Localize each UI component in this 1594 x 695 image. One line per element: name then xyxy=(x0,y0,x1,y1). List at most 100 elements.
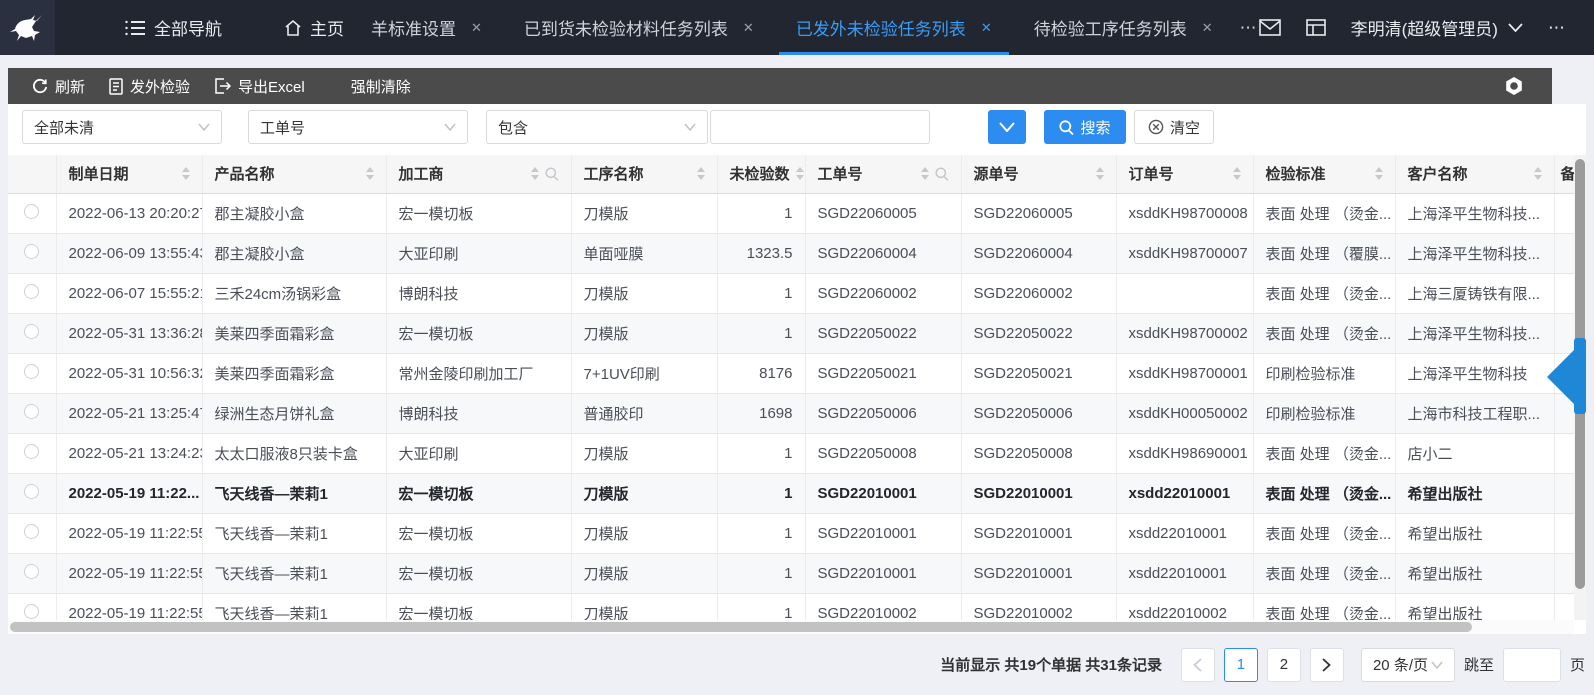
table-cell: SGD22060005 xyxy=(805,193,961,233)
row-select-radio[interactable] xyxy=(24,404,39,419)
horizontal-scrollbar[interactable] xyxy=(8,620,1574,634)
tab-0[interactable]: 羊标准设置✕ xyxy=(350,0,503,55)
user-menu[interactable]: 李明清(超级管理员) xyxy=(1351,15,1523,40)
table-row[interactable]: 2022-05-31 10:56:32美莱四季面霜彩盒常州金陵印刷加工厂7+1U… xyxy=(8,353,1574,393)
sort-icon[interactable] xyxy=(921,167,929,180)
sort-icon[interactable] xyxy=(1534,167,1542,180)
expand-filters-button[interactable] xyxy=(988,110,1026,144)
tab-close-icon[interactable]: ✕ xyxy=(1202,20,1213,36)
column-header-label: 客户名称 xyxy=(1408,163,1468,184)
column-header[interactable]: 订单号 xyxy=(1116,155,1253,193)
table-cell: 上海泽平生物科技 xyxy=(1395,353,1554,393)
table-row[interactable]: 2022-06-09 13:55:43郡主凝胶小盒大亚印刷单面哑膜1323.5S… xyxy=(8,233,1574,273)
table-body: 2022-06-13 20:20:27郡主凝胶小盒宏一模切板刀模版1SGD220… xyxy=(8,193,1574,620)
column-header[interactable]: 客户名称 xyxy=(1395,155,1554,193)
column-header[interactable]: 产品名称 xyxy=(202,155,386,193)
column-header[interactable]: 工序名称 xyxy=(571,155,717,193)
app-logo[interactable] xyxy=(0,0,55,55)
column-header[interactable]: 源单号 xyxy=(961,155,1116,193)
home-label: 主页 xyxy=(310,15,344,40)
field-filter-value: 工单号 xyxy=(260,117,305,138)
search-button[interactable]: 搜索 xyxy=(1044,110,1126,144)
table-row[interactable]: 2022-05-19 11:22:55飞天线香—茉莉1宏一模切板刀模版1SGD2… xyxy=(8,593,1574,620)
row-select-radio[interactable] xyxy=(24,204,39,219)
tab-1[interactable]: 已到货未检验材料任务列表✕ xyxy=(503,0,775,55)
sort-icon[interactable] xyxy=(796,167,804,180)
row-select-radio[interactable] xyxy=(24,484,39,499)
table-row[interactable]: 2022-05-21 13:24:23太太口服液8只装卡盒大亚印刷刀模版1SGD… xyxy=(8,433,1574,473)
status-filter-select[interactable]: 全部未清 xyxy=(22,110,222,144)
gear-icon[interactable] xyxy=(1504,76,1524,96)
column-header-label: 工序名称 xyxy=(584,163,644,184)
tab-3[interactable]: 待检验工序任务列表✕ xyxy=(1013,0,1234,55)
prev-page-button[interactable] xyxy=(1181,648,1215,682)
tab-close-icon[interactable]: ✕ xyxy=(981,20,992,36)
table-row[interactable]: 2022-05-19 11:22:55飞天线香—茉莉1宏一模切板刀模版1SGD2… xyxy=(8,513,1574,553)
export-excel-button[interactable]: 导出Excel xyxy=(214,76,305,97)
column-search-icon[interactable] xyxy=(545,167,559,181)
table-row[interactable]: 2022-05-19 11:22:55飞天线香—茉莉1宏一模切板刀模版1SGD2… xyxy=(8,553,1574,593)
horizontal-scrollbar-thumb[interactable] xyxy=(10,622,1472,632)
sort-icon[interactable] xyxy=(1375,167,1383,180)
table-cell: 大亚印刷 xyxy=(386,433,571,473)
table-cell: 博朗科技 xyxy=(386,273,571,313)
column-header[interactable]: 检验标准 xyxy=(1253,155,1395,193)
nav-all-button[interactable]: 全部导航 xyxy=(125,15,222,40)
sort-icon[interactable] xyxy=(1096,167,1104,180)
page-size-select[interactable]: 20 条/页 xyxy=(1361,648,1455,682)
column-header[interactable]: 制单日期 xyxy=(56,155,202,193)
tab-overflow-button[interactable]: ⋯ xyxy=(1240,18,1259,38)
table-row[interactable]: 2022-05-31 13:36:28美莱四季面霜彩盒宏一模切板刀模版1SGD2… xyxy=(8,313,1574,353)
force-clear-button[interactable]: 强制清除 xyxy=(351,76,411,97)
operator-filter-select[interactable]: 包含 xyxy=(486,110,708,144)
sort-icon[interactable] xyxy=(366,167,374,180)
table-cell: 宏一模切板 xyxy=(386,513,571,553)
row-select-radio[interactable] xyxy=(24,324,39,339)
field-filter-select[interactable]: 工单号 xyxy=(248,110,468,144)
column-header[interactable]: 工单号 xyxy=(805,155,961,193)
column-header[interactable]: 加工商 xyxy=(386,155,571,193)
row-select-radio[interactable] xyxy=(24,244,39,259)
sort-icon[interactable] xyxy=(531,167,539,180)
page-button-2[interactable]: 2 xyxy=(1267,648,1301,682)
column-search-icon[interactable] xyxy=(935,167,949,181)
tab-close-icon[interactable]: ✕ xyxy=(743,20,754,36)
column-header[interactable]: 未检验数 xyxy=(717,155,805,193)
table-cell: SGD22010001 xyxy=(805,553,961,593)
row-select-radio[interactable] xyxy=(24,604,39,619)
data-table: 制单日期产品名称加工商工序名称 未检验数工单号源单号订单号检验标准客户名称 备 20… xyxy=(8,155,1574,620)
table-cell: SGD22060004 xyxy=(805,233,961,273)
row-select-radio[interactable] xyxy=(24,524,39,539)
table-row[interactable]: 2022-05-21 13:25:47绿洲生态月饼礼盒博朗科技普通胶印1698S… xyxy=(8,393,1574,433)
side-panel-expand-arrow-icon[interactable] xyxy=(1547,350,1574,404)
outsource-inspect-button[interactable]: 发外检验 xyxy=(109,76,190,97)
next-page-button[interactable] xyxy=(1310,648,1344,682)
sort-icon[interactable] xyxy=(1233,167,1241,180)
refresh-button[interactable]: 刷新 xyxy=(32,76,85,97)
table-cell: xsddKH98700001 xyxy=(1116,353,1253,393)
clear-button[interactable]: 清空 xyxy=(1134,110,1214,144)
keyword-input[interactable] xyxy=(710,110,930,144)
table-row[interactable]: 2022-05-19 11:22...飞天线香—茉莉1宏一模切板刀模版1SGD2… xyxy=(8,473,1574,513)
sort-icon[interactable] xyxy=(182,167,190,180)
table-row[interactable]: 2022-06-13 20:20:27郡主凝胶小盒宏一模切板刀模版1SGD220… xyxy=(8,193,1574,233)
row-select-radio[interactable] xyxy=(24,564,39,579)
table-cell xyxy=(1554,473,1574,513)
sort-icon[interactable] xyxy=(697,167,705,180)
side-panel-handle[interactable] xyxy=(1574,338,1586,414)
page-button-1[interactable]: 1 xyxy=(1224,648,1258,682)
row-select-radio[interactable] xyxy=(24,444,39,459)
partial-column-header: 备 xyxy=(1554,155,1574,193)
mail-icon[interactable] xyxy=(1259,19,1281,36)
panel-layout-icon[interactable] xyxy=(1306,19,1326,36)
tab-2[interactable]: 已发外未检验任务列表✕ xyxy=(775,0,1013,55)
topbar-more-button[interactable]: ⋯ xyxy=(1548,18,1565,38)
tab-close-icon[interactable]: ✕ xyxy=(471,20,482,36)
table-row[interactable]: 2022-06-07 15:55:21三禾24cm汤锅彩盒博朗科技刀模版1SGD… xyxy=(8,273,1574,313)
jump-page-input[interactable] xyxy=(1503,648,1561,682)
row-select-radio[interactable] xyxy=(24,364,39,379)
row-select-radio[interactable] xyxy=(24,284,39,299)
tab-home[interactable]: 主页 xyxy=(284,15,344,40)
table-cell: 2022-05-19 11:22:55 xyxy=(56,553,202,593)
table-cell: 宏一模切板 xyxy=(386,593,571,620)
